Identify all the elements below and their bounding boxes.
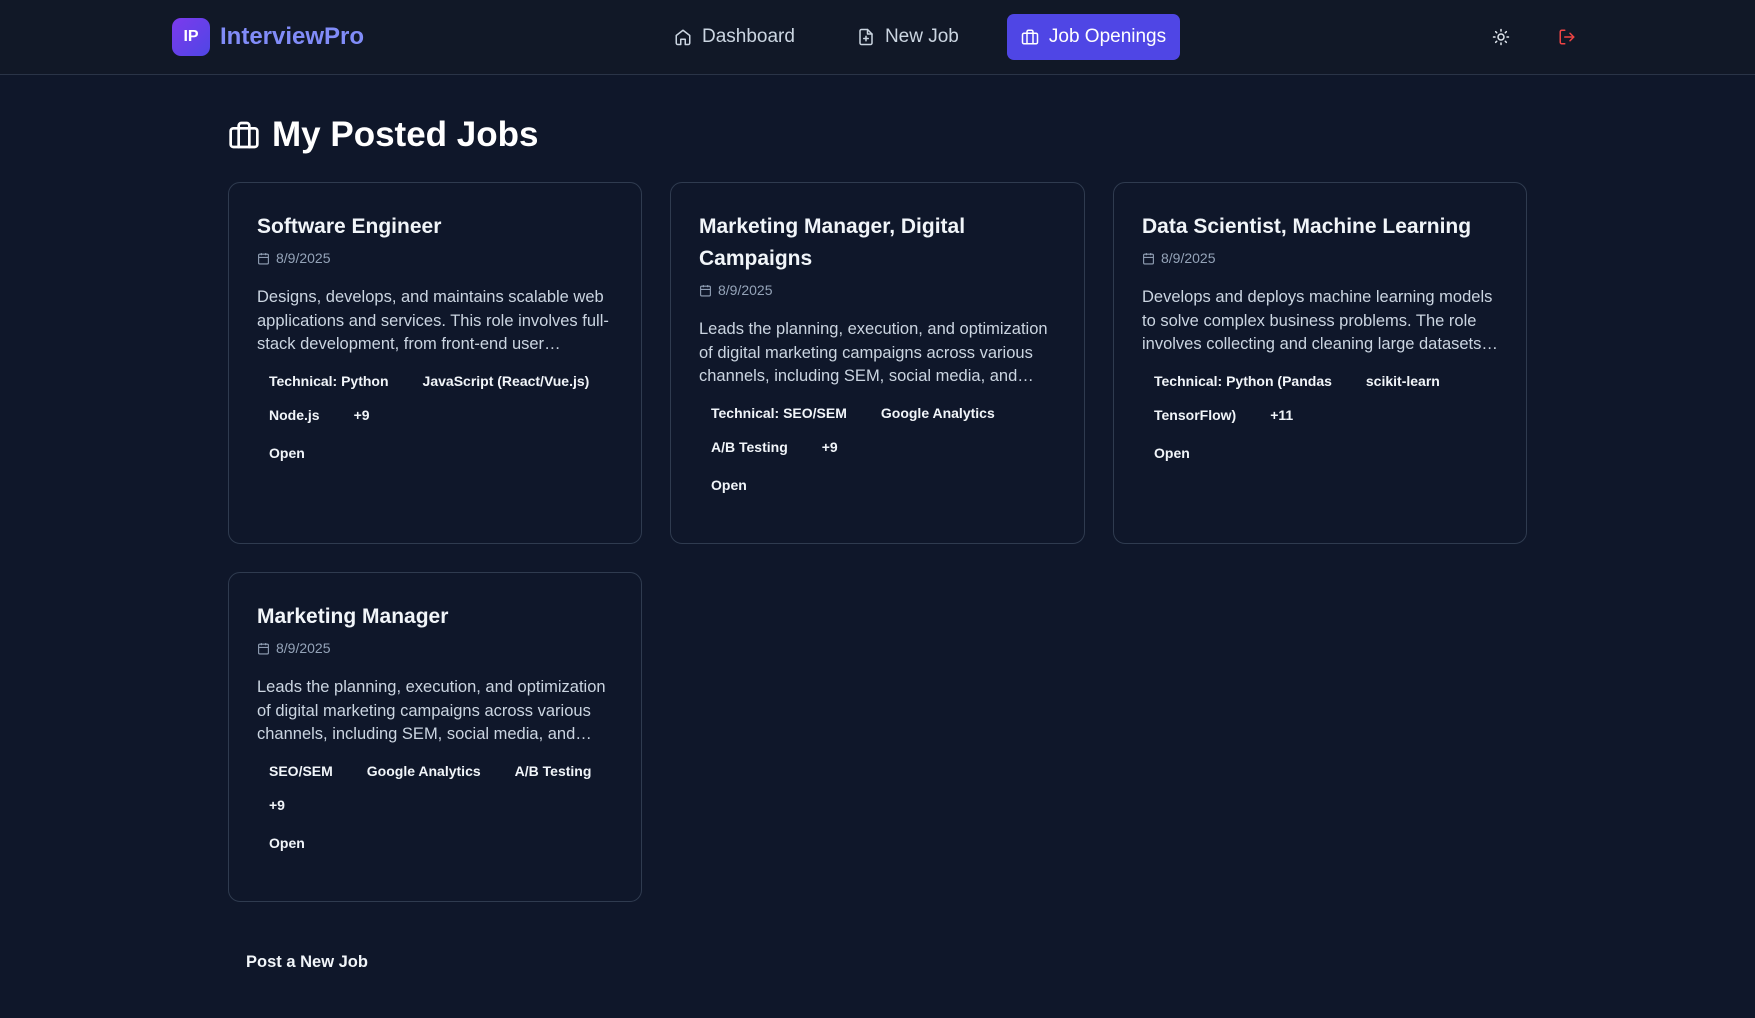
- job-date-text: 8/9/2025: [1161, 250, 1216, 266]
- top-navbar: IP InterviewPro Dashboard New Job Job Op…: [0, 0, 1755, 75]
- job-tags: Technical: Python JavaScript (React/Vue.…: [257, 367, 613, 429]
- job-card[interactable]: Marketing Manager 8/9/2025 Leads the pla…: [228, 572, 642, 902]
- nav-dashboard[interactable]: Dashboard: [660, 14, 809, 60]
- job-tag-more: +9: [353, 406, 370, 423]
- job-description: Develops and deploys machine learning mo…: [1142, 288, 1493, 353]
- job-tag: Google Analytics: [366, 762, 481, 779]
- briefcase-icon: [1021, 29, 1039, 45]
- job-tag: TensorFlow): [1154, 406, 1237, 423]
- page-title: My Posted Jobs: [228, 112, 538, 158]
- job-date: 8/9/2025: [257, 250, 613, 266]
- job-tags: Technical: Python (Pandas scikit-learn T…: [1142, 367, 1498, 429]
- job-title: Marketing Manager, Digital Campaigns: [699, 215, 966, 270]
- job-status-badge: Open: [1154, 444, 1190, 461]
- job-tag: scikit-learn: [1365, 372, 1440, 389]
- brand-name: InterviewPro: [220, 23, 365, 50]
- logout-button[interactable]: [1554, 24, 1580, 50]
- job-description: Designs, develops, and maintains scalabl…: [257, 288, 609, 353]
- job-date-text: 8/9/2025: [276, 250, 331, 266]
- page-title-text: My Posted Jobs: [272, 115, 539, 154]
- job-description: Leads the planning, execution, and optim…: [257, 678, 606, 743]
- nav-new-job[interactable]: New Job: [843, 14, 973, 60]
- theme-toggle-button[interactable]: [1488, 24, 1514, 50]
- job-date-text: 8/9/2025: [276, 640, 331, 656]
- job-title: Marketing Manager: [257, 605, 449, 628]
- job-tag: A/B Testing: [711, 438, 788, 455]
- calendar-icon: [258, 252, 269, 264]
- calendar-icon: [1143, 252, 1154, 264]
- job-tag: JavaScript (React/Vue.js): [422, 372, 590, 389]
- nav-links: Dashboard New Job Job Openings: [660, 14, 1181, 60]
- nav-job-openings[interactable]: Job Openings: [1006, 14, 1181, 60]
- job-title: Software Engineer: [257, 215, 442, 238]
- calendar-icon: [258, 642, 269, 654]
- job-title: Data Scientist, Machine Learning: [1142, 215, 1472, 238]
- log-out-icon: [1559, 29, 1575, 45]
- briefcase-icon: [229, 121, 259, 149]
- nav-job-openings-label: Job Openings: [1048, 26, 1167, 47]
- job-status-badge: Open: [269, 444, 305, 461]
- job-tag: Node.js: [269, 406, 320, 423]
- job-tags: SEO/SEM Google Analytics A/B Testing +9: [257, 757, 613, 819]
- file-plus-icon: [859, 28, 873, 46]
- job-description: Leads the planning, execution, and optim…: [699, 320, 1048, 385]
- job-status-badge: Open: [711, 476, 747, 493]
- calendar-icon: [700, 284, 711, 296]
- job-tag: A/B Testing: [514, 762, 592, 779]
- job-tag: Technical: Python: [269, 372, 389, 389]
- job-status-badge: Open: [269, 834, 305, 851]
- job-card[interactable]: Data Scientist, Machine Learning 8/9/202…: [1113, 182, 1527, 544]
- sun-icon: [1492, 28, 1510, 46]
- job-tag: Technical: SEO/SEM: [711, 404, 847, 421]
- job-tag: Google Analytics: [880, 404, 995, 421]
- job-tag-more: +9: [269, 796, 285, 813]
- job-tag-more: +9: [821, 438, 838, 455]
- brand[interactable]: IP InterviewPro: [172, 18, 364, 56]
- nav-new-job-label: New Job: [884, 26, 959, 47]
- nav-actions: [1488, 24, 1580, 50]
- post-new-job-button[interactable]: Post a New Job: [228, 948, 386, 976]
- job-date: 8/9/2025: [257, 640, 613, 656]
- job-date-text: 8/9/2025: [718, 282, 773, 298]
- job-date: 8/9/2025: [699, 282, 1056, 298]
- brand-logo: IP: [172, 18, 210, 56]
- job-tags: Technical: SEO/SEM Google Analytics A/B …: [699, 399, 1056, 461]
- job-date: 8/9/2025: [1142, 250, 1498, 266]
- job-card[interactable]: Software Engineer 8/9/2025 Designs, deve…: [228, 182, 642, 544]
- nav-dashboard-label: Dashboard: [702, 26, 795, 47]
- job-tag: Technical: Python (Pandas: [1154, 372, 1332, 389]
- job-card[interactable]: Marketing Manager, Digital Campaigns 8/9…: [670, 182, 1085, 544]
- job-tag: SEO/SEM: [269, 762, 333, 779]
- home-icon: [675, 29, 691, 46]
- job-tag-more: +11: [1270, 406, 1294, 423]
